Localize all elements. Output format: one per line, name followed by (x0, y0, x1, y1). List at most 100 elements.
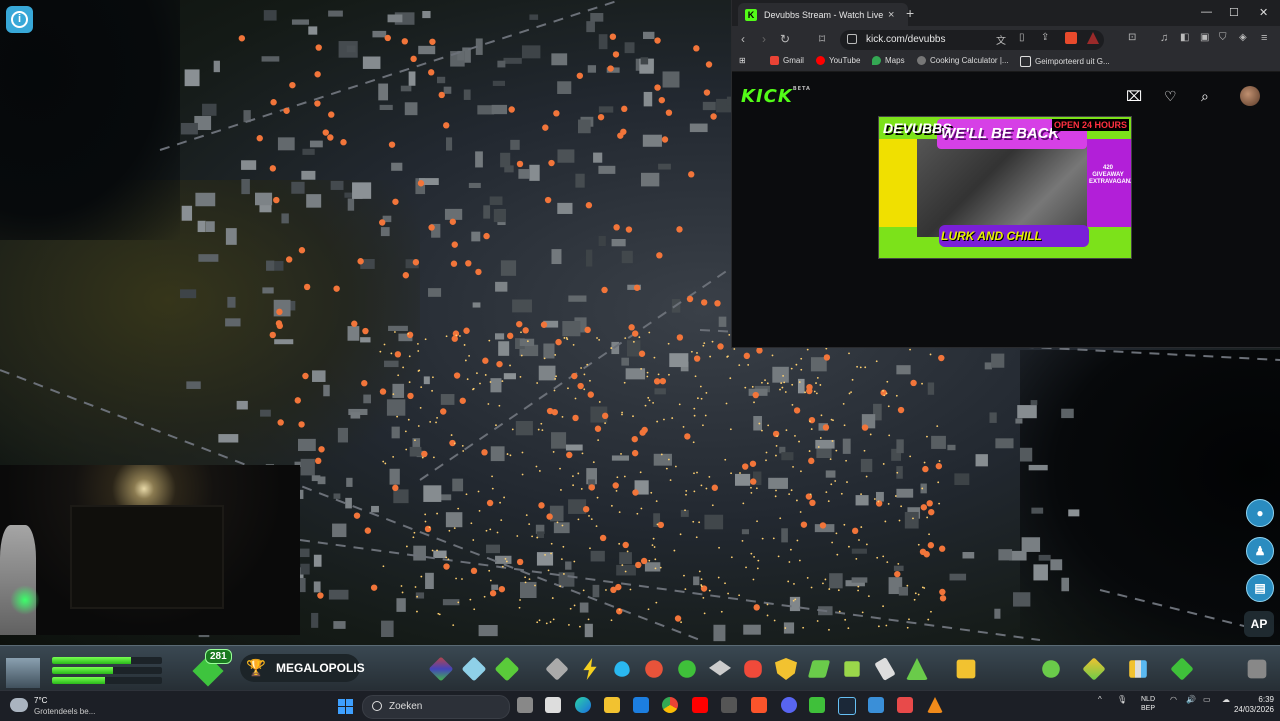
back-icon[interactable]: ‹ (741, 32, 745, 46)
areas-icon[interactable] (1082, 657, 1106, 681)
browser-window[interactable]: K Devubbs Stream - Watch Live on Kick × … (732, 0, 1280, 347)
building-notification-dot[interactable] (922, 465, 929, 473)
building-notification-dot[interactable] (656, 252, 663, 259)
building-notification-dot[interactable] (819, 522, 827, 529)
media-icon[interactable]: ♫ (1160, 32, 1168, 44)
building-notification-dot[interactable] (613, 224, 620, 231)
split-view-icon[interactable]: ◧ (1180, 32, 1189, 43)
building-notification-dot[interactable] (486, 499, 494, 507)
building-notification-dot[interactable] (553, 110, 560, 117)
building-notification-dot[interactable] (576, 72, 584, 79)
building-notification-dot[interactable] (498, 585, 506, 593)
follow-heart-icon[interactable]: ♡ (1164, 88, 1177, 105)
bookmark-youtube[interactable]: YouTube (816, 56, 860, 65)
building-notification-dot[interactable] (238, 35, 246, 42)
building-notification-dot[interactable] (653, 378, 661, 385)
building-notification-dot[interactable] (717, 343, 724, 350)
fire-icon[interactable] (744, 660, 762, 678)
building-notification-dot[interactable] (711, 484, 719, 491)
water-icon[interactable] (614, 661, 630, 677)
zoning-icon[interactable] (428, 656, 454, 682)
building-notification-dot[interactable] (302, 372, 309, 380)
building-notification-dot[interactable] (684, 433, 691, 440)
user-avatar[interactable] (1240, 86, 1260, 106)
building-notification-dot[interactable] (429, 38, 436, 45)
building-notification-dot[interactable] (632, 330, 639, 337)
building-notification-dot[interactable] (710, 113, 717, 120)
building-notification-dot[interactable] (294, 397, 301, 404)
reload-icon[interactable]: ↻ (780, 32, 790, 46)
building-notification-dot[interactable] (438, 91, 445, 99)
building-notification-dot[interactable] (546, 407, 554, 415)
districts-icon[interactable] (1042, 660, 1060, 678)
building-notification-dot[interactable] (427, 69, 435, 76)
building-notification-dot[interactable] (612, 51, 620, 58)
building-notification-dot[interactable] (392, 198, 399, 205)
building-notification-dot[interactable] (585, 202, 593, 209)
building-notification-dot[interactable] (357, 258, 364, 265)
building-notification-dot[interactable] (688, 171, 695, 178)
building-notification-dot[interactable] (628, 324, 635, 331)
bookmark-cooking[interactable]: Cooking Calculator |... (917, 56, 1009, 65)
building-notification-dot[interactable] (676, 334, 684, 341)
building-notification-dot[interactable] (417, 180, 425, 187)
building-notification-dot[interactable] (546, 513, 553, 520)
building-notification-dot[interactable] (540, 321, 548, 328)
building-notification-dot[interactable] (315, 457, 322, 465)
building-notification-dot[interactable] (772, 430, 780, 438)
building-notification-dot[interactable] (269, 165, 277, 172)
building-notification-dot[interactable] (322, 129, 329, 136)
building-notification-dot[interactable] (928, 508, 935, 516)
building-notification-dot[interactable] (443, 563, 450, 570)
bookmark-gmail[interactable]: Gmail (770, 56, 804, 65)
building-notification-dot[interactable] (633, 284, 641, 291)
theater-mode-icon[interactable]: ⌧ (1126, 88, 1142, 105)
building-notification-dot[interactable] (314, 71, 321, 78)
building-notification-dot[interactable] (402, 272, 410, 279)
milestone-panel[interactable]: 🏆 MEGALOPOLIS (240, 654, 365, 682)
police-icon[interactable] (775, 658, 797, 680)
building-notification-dot[interactable] (276, 322, 284, 330)
building-notification-dot[interactable] (379, 388, 387, 395)
bookmark-icon[interactable]: ⌑ (819, 32, 825, 46)
building-notification-dot[interactable] (361, 380, 368, 387)
building-notification-dot[interactable] (317, 592, 324, 599)
video-player[interactable]: DEVUBBS WE'LL BE BACK OPEN 24 HOURS 420 … (878, 116, 1132, 259)
building-notification-dot[interactable] (714, 300, 721, 307)
building-notification-dot[interactable] (303, 283, 311, 291)
building-notification-dot[interactable] (516, 558, 524, 566)
share-icon[interactable]: ⇪ (1041, 32, 1049, 43)
building-notification-dot[interactable] (489, 590, 497, 597)
transportation-icon[interactable] (844, 661, 860, 677)
building-notification-dot[interactable] (496, 360, 503, 368)
building-notification-dot[interactable] (809, 499, 816, 507)
store-icon[interactable] (545, 697, 561, 713)
new-tab-icon[interactable]: + (906, 5, 914, 21)
building-notification-dot[interactable] (283, 107, 290, 114)
building-notification-dot[interactable] (676, 226, 683, 233)
building-notification-dot[interactable] (806, 383, 813, 391)
signature-icon[interactable] (956, 659, 976, 679)
calculator-icon[interactable] (721, 697, 737, 713)
building-notification-dot[interactable] (599, 534, 607, 542)
building-notification-dot[interactable] (453, 372, 461, 379)
building-notification-dot[interactable] (756, 347, 763, 354)
garbage-icon[interactable] (678, 660, 696, 678)
building-notification-dot[interactable] (542, 124, 549, 131)
building-notification-dot[interactable] (582, 505, 590, 513)
chrome-icon[interactable] (662, 697, 678, 713)
building-notification-dot[interactable] (482, 357, 489, 364)
building-notification-dot[interactable] (516, 160, 524, 168)
building-notification-dot[interactable] (750, 478, 757, 485)
building-notification-dot[interactable] (318, 446, 325, 453)
maximize-icon[interactable]: ☐ (1229, 6, 1239, 19)
building-notification-dot[interactable] (793, 407, 801, 414)
building-notification-dot[interactable] (742, 463, 749, 470)
building-notification-dot[interactable] (749, 460, 757, 467)
tab-devubbs[interactable]: K Devubbs Stream - Watch Live on Kick × (738, 3, 908, 26)
building-notification-dot[interactable] (621, 105, 628, 113)
building-notification-dot[interactable] (314, 100, 321, 107)
microphone-icon[interactable]: 🎙 (1117, 695, 1127, 704)
building-notification-dot[interactable] (800, 521, 808, 528)
popcorn-icon[interactable] (897, 697, 913, 713)
